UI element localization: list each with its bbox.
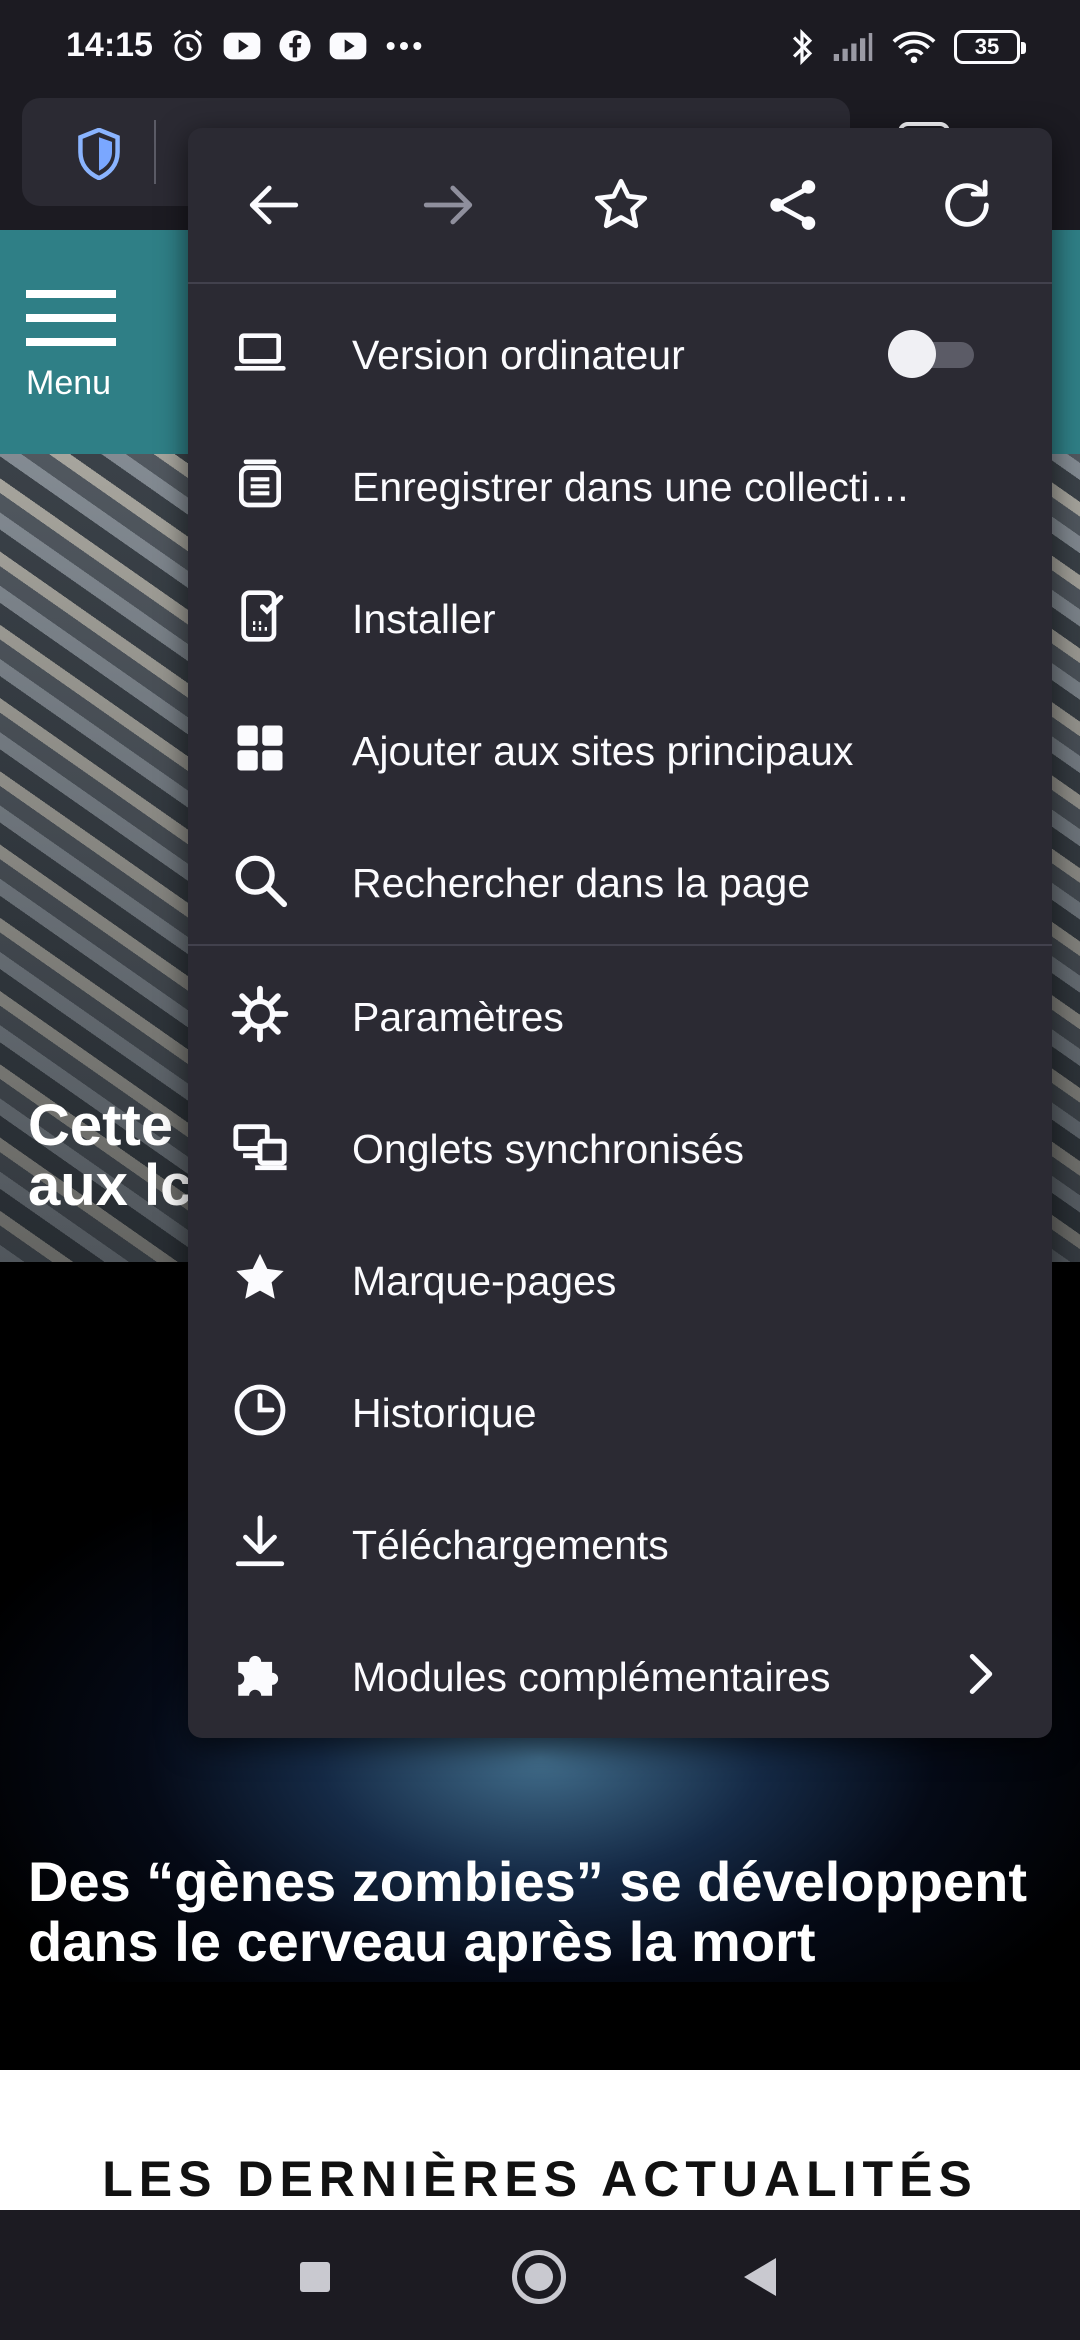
bluetooth-icon <box>792 28 813 66</box>
reload-button[interactable] <box>933 171 1001 239</box>
latest-news-heading: LES DERNIÈRES ACTUALITÉS <box>102 2151 978 2207</box>
status-time: 14:15 <box>66 26 153 64</box>
menu-item-history[interactable]: Historique <box>188 1344 1052 1476</box>
menu-navigation-row <box>188 128 1052 282</box>
menu-item-label: Paramètres <box>352 994 564 1040</box>
collection-icon <box>230 454 290 514</box>
menu-item-label: Modules complémentaires <box>352 1654 831 1700</box>
search-icon <box>230 850 290 910</box>
recents-button[interactable] <box>300 2262 330 2292</box>
signal-icon <box>833 33 873 61</box>
back-icon <box>249 185 299 225</box>
menu-item-addons[interactable]: Modules complémentaires <box>188 1608 1052 1740</box>
site-menu-label[interactable]: Menu <box>26 364 111 403</box>
menu-item-add-to-top-sites[interactable]: Ajouter aux sites principaux <box>188 682 1052 814</box>
more-dots-icon <box>386 42 422 50</box>
settings-gear-icon <box>230 984 290 1044</box>
menu-item-label: Version ordinateur <box>352 332 685 378</box>
browser-overflow-menu: Version ordinateur Enregistrer dans une … <box>188 128 1052 1738</box>
addons-puzzle-icon <box>230 1644 290 1704</box>
menu-item-downloads[interactable]: Téléchargements <box>188 1476 1052 1608</box>
menu-item-label: Rechercher dans la page <box>352 860 811 906</box>
download-icon <box>230 1512 290 1572</box>
desktop-site-toggle[interactable] <box>888 330 976 378</box>
top-sites-icon <box>230 718 290 778</box>
reload-icon <box>945 179 989 227</box>
menu-item-find-in-page[interactable]: Rechercher dans la page <box>188 814 1052 946</box>
menu-item-settings[interactable]: Paramètres <box>188 948 1052 1080</box>
tracking-protection-shield-icon[interactable] <box>76 128 122 180</box>
back-nav-button[interactable] <box>240 171 308 239</box>
bookmark-button[interactable] <box>587 171 655 239</box>
laptop-icon <box>230 322 290 382</box>
menu-item-save-to-collection[interactable]: Enregistrer dans une collecti… <box>188 418 1052 550</box>
home-button[interactable] <box>512 2250 566 2304</box>
menu-item-install[interactable]: Installer <box>188 550 1052 682</box>
bookmarks-star-icon <box>230 1248 290 1308</box>
menu-item-label: Historique <box>352 1390 537 1436</box>
battery-icon: 35 <box>954 30 1026 64</box>
menu-item-label: Marque-pages <box>352 1258 617 1304</box>
system-icons: 35 <box>790 28 1026 66</box>
bookmark-star-icon <box>594 178 648 229</box>
status-bar: 14:15 35 <box>0 0 1080 96</box>
forward-nav-button[interactable] <box>414 171 482 239</box>
wifi-icon <box>892 31 936 64</box>
url-divider <box>154 120 156 184</box>
menu-item-label: Enregistrer dans une collecti… <box>352 464 911 510</box>
battery-level: 35 <box>974 34 1000 59</box>
youtube-icon <box>223 32 261 60</box>
menu-divider <box>188 944 1052 946</box>
menu-item-label: Téléchargements <box>352 1522 669 1568</box>
toggle-thumb <box>888 330 936 378</box>
menu-item-label: Onglets synchronisés <box>352 1126 744 1172</box>
menu-item-bookmarks[interactable]: Marque-pages <box>188 1212 1052 1344</box>
hamburger-menu-icon[interactable] <box>26 290 116 362</box>
menu-item-synced-tabs[interactable]: Onglets synchronisés <box>188 1080 1052 1212</box>
facebook-icon <box>279 30 311 62</box>
install-phone-icon <box>230 586 290 646</box>
history-clock-icon <box>230 1380 290 1440</box>
menu-item-desktop-site[interactable]: Version ordinateur <box>188 286 1052 418</box>
forward-icon <box>423 185 473 225</box>
back-button[interactable] <box>744 2258 776 2296</box>
share-icon <box>770 180 816 230</box>
synced-tabs-icon <box>230 1116 290 1176</box>
menu-item-label: Installer <box>352 596 496 642</box>
alarm-icon <box>173 29 203 61</box>
latest-news-section: LES DERNIÈRES ACTUALITÉS <box>0 2070 1080 2210</box>
menu-item-label: Ajouter aux sites principaux <box>352 728 854 774</box>
menu-divider <box>188 282 1052 284</box>
chevron-right-icon <box>969 1653 993 1695</box>
neuron-article-title[interactable]: Des “gènes zombies” se développent dans … <box>28 1852 1048 1972</box>
notification-icons <box>170 28 424 64</box>
youtube-icon <box>329 32 367 60</box>
system-navigation-bar <box>0 2210 1080 2340</box>
share-button[interactable] <box>760 171 828 239</box>
